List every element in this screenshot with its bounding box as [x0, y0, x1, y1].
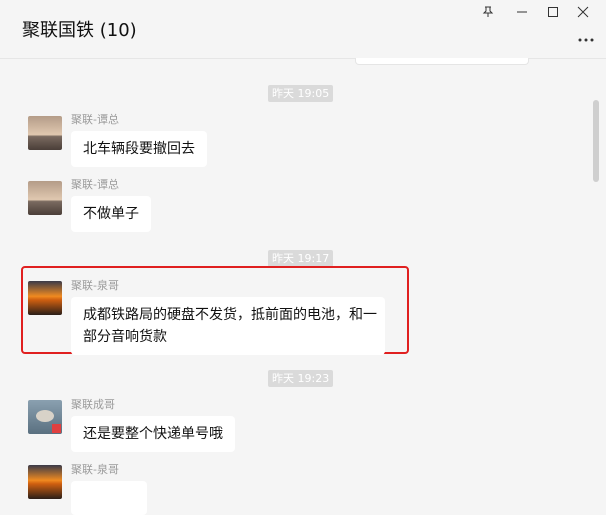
- message-text: 北车辆段要撤回去: [83, 141, 195, 157]
- message-bubble[interactable]: [71, 481, 147, 515]
- avatar[interactable]: [28, 181, 62, 215]
- minimize-icon[interactable]: [509, 2, 535, 22]
- timestamp: 昨天 19:17: [268, 250, 334, 267]
- message-text-line: 部分音响货款: [83, 329, 167, 345]
- close-icon[interactable]: [570, 2, 596, 22]
- more-icon[interactable]: [578, 30, 594, 46]
- avatar[interactable]: [28, 281, 62, 315]
- message-text: 还是要整个快递单号哦: [83, 426, 223, 442]
- sender-name: 聚联-泉哥: [71, 279, 119, 292]
- scrollbar[interactable]: [593, 100, 599, 182]
- chat-title: 聚联国铁 (10): [22, 20, 137, 41]
- maximize-icon[interactable]: [540, 2, 566, 22]
- message-text-line: 成都铁路局的硬盘不发货，抵前面的电池，和一: [83, 307, 377, 323]
- previous-message-bubble: [355, 58, 529, 65]
- message-bubble[interactable]: 北车辆段要撤回去: [71, 131, 207, 167]
- message-bubble[interactable]: 还是要整个快递单号哦: [71, 416, 235, 452]
- sender-name: 聚联-谭总: [71, 113, 119, 126]
- timestamp: 昨天 19:05: [268, 85, 334, 102]
- sender-name: 聚联-泉哥: [71, 463, 119, 476]
- sender-name: 聚联-谭总: [71, 178, 119, 191]
- title-bar: 聚联国铁 (10): [0, 0, 606, 59]
- timestamp: 昨天 19:23: [268, 370, 334, 387]
- message-text: 不做单子: [83, 206, 139, 222]
- avatar[interactable]: [28, 400, 62, 434]
- message-bubble[interactable]: 成都铁路局的硬盘不发货，抵前面的电池，和一 部分音响货款: [71, 297, 385, 355]
- pin-icon[interactable]: [475, 2, 501, 22]
- message-bubble[interactable]: 不做单子: [71, 196, 151, 232]
- sender-name: 聚联成哥: [71, 398, 115, 411]
- avatar[interactable]: [28, 116, 62, 150]
